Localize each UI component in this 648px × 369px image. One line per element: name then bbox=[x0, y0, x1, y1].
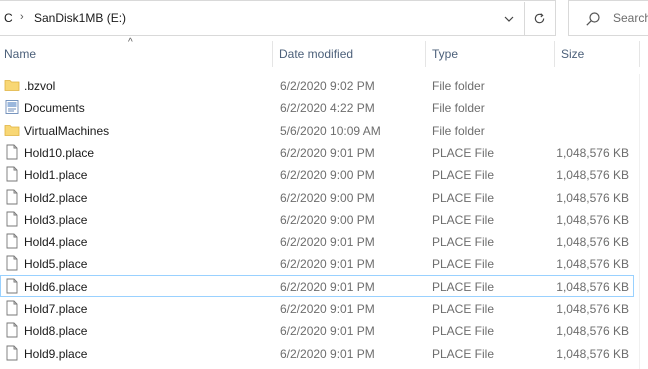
file-type: PLACE File bbox=[432, 346, 495, 361]
address-bar[interactable]: C › SanDisk1MB (E:) bbox=[0, 0, 556, 36]
file-size: 1,048,576 KB bbox=[556, 190, 629, 205]
file-size: 1,048,576 KB bbox=[556, 235, 629, 250]
file-type: PLACE File bbox=[432, 212, 495, 227]
file-row[interactable]: Documents 6/2/2020 4:22 PM File folder bbox=[0, 96, 634, 118]
file-type: File folder bbox=[432, 101, 485, 116]
file-name: Documents bbox=[24, 101, 85, 116]
column-header-type[interactable]: Type bbox=[432, 47, 458, 61]
file-date-modified: 6/2/2020 9:01 PM bbox=[280, 235, 375, 250]
file-type: PLACE File bbox=[432, 302, 495, 316]
documents-folder-icon bbox=[4, 99, 20, 115]
pane-border bbox=[639, 74, 640, 369]
file-date-modified: 6/2/2020 9:01 PM bbox=[280, 257, 375, 272]
file-size: 1,048,576 KB bbox=[556, 168, 629, 183]
path-prefix[interactable]: C bbox=[4, 11, 13, 25]
search-box[interactable]: Search bbox=[568, 0, 648, 36]
file-icon bbox=[4, 300, 20, 316]
refresh-button[interactable] bbox=[524, 2, 554, 35]
column-headers: ^ Name Date modified Type Size bbox=[0, 37, 648, 71]
file-size: 1,048,576 KB bbox=[556, 212, 629, 227]
file-type: PLACE File bbox=[432, 145, 495, 160]
chevron-right-icon: › bbox=[20, 11, 24, 23]
file-name: Hold9.place bbox=[24, 346, 88, 361]
file-date-modified: 6/2/2020 9:01 PM bbox=[280, 279, 375, 294]
file-type: PLACE File bbox=[432, 324, 495, 339]
breadcrumb-drive[interactable]: SanDisk1MB (E:) bbox=[34, 11, 126, 25]
file-row[interactable]: .bzvol 6/2/2020 9:02 PM File folder bbox=[0, 74, 634, 96]
folder-icon bbox=[4, 77, 20, 93]
file-row[interactable]: Hold2.place 6/2/2020 9:00 PM PLACE File 1,0… bbox=[0, 186, 634, 208]
file-name: VirtualMachines bbox=[24, 123, 110, 138]
file-icon bbox=[4, 189, 20, 205]
column-divider[interactable] bbox=[272, 41, 273, 67]
file-icon bbox=[4, 345, 20, 361]
file-icon bbox=[4, 278, 20, 294]
file-name: Hold2.place bbox=[24, 190, 88, 205]
file-name: Hold1.place bbox=[24, 168, 88, 183]
file-type: File folder bbox=[432, 123, 485, 138]
file-name: Hold4.place bbox=[24, 235, 88, 250]
file-date-modified: 6/2/2020 9:01 PM bbox=[280, 302, 375, 316]
file-icon bbox=[4, 255, 20, 271]
file-name: .bzvol bbox=[24, 79, 56, 93]
file-icon bbox=[4, 233, 20, 249]
refresh-icon bbox=[534, 13, 545, 24]
address-dropdown-button[interactable] bbox=[496, 2, 522, 35]
file-row[interactable]: Hold5.place 6/2/2020 9:01 PM PLACE File 1,0… bbox=[0, 252, 634, 274]
file-date-modified: 6/2/2020 9:00 PM bbox=[280, 212, 375, 227]
file-type: PLACE File bbox=[432, 235, 495, 250]
file-name: Hold7.place bbox=[24, 302, 88, 316]
file-date-modified: 6/2/2020 9:00 PM bbox=[280, 168, 375, 183]
file-icon bbox=[4, 211, 20, 227]
folder-icon bbox=[4, 122, 20, 138]
search-input[interactable]: Search bbox=[613, 11, 648, 25]
file-size: 1,048,576 KB bbox=[556, 145, 629, 160]
file-name: Hold8.place bbox=[24, 324, 88, 339]
file-date-modified: 6/2/2020 9:01 PM bbox=[280, 145, 375, 160]
file-type: File folder bbox=[432, 79, 485, 93]
file-size: 1,048,576 KB bbox=[556, 346, 629, 361]
column-divider[interactable] bbox=[554, 41, 555, 67]
file-name: Hold6.place bbox=[24, 279, 88, 294]
sort-ascending-icon: ^ bbox=[128, 37, 133, 48]
file-date-modified: 5/6/2020 10:09 AM bbox=[280, 123, 381, 138]
file-size: 1,048,576 KB bbox=[556, 257, 629, 272]
file-row[interactable]: Hold3.place 6/2/2020 9:00 PM PLACE File 1,0… bbox=[0, 208, 634, 230]
file-date-modified: 6/2/2020 4:22 PM bbox=[280, 101, 375, 116]
column-divider[interactable] bbox=[639, 41, 640, 67]
file-date-modified: 6/2/2020 9:01 PM bbox=[280, 324, 375, 339]
file-row[interactable]: Hold1.place 6/2/2020 9:00 PM PLACE File 1,0… bbox=[0, 163, 634, 185]
file-icon bbox=[4, 166, 20, 182]
file-row[interactable]: Hold6.place 6/2/2020 9:01 PM PLACE File 1,0… bbox=[0, 274, 634, 297]
file-row[interactable]: Hold9.place 6/2/2020 9:01 PM PLACE File 1,0… bbox=[0, 342, 634, 364]
file-date-modified: 6/2/2020 9:00 PM bbox=[280, 190, 375, 205]
file-row[interactable]: Hold7.place 6/2/2020 9:01 PM PLACE File 1,0… bbox=[0, 297, 634, 319]
file-type: PLACE File bbox=[432, 257, 495, 272]
file-type: PLACE File bbox=[432, 168, 495, 183]
file-row[interactable]: Hold10.place 6/2/2020 9:01 PM PLACE File 1,… bbox=[0, 141, 634, 163]
search-icon bbox=[586, 12, 600, 26]
file-date-modified: 6/2/2020 9:01 PM bbox=[280, 346, 375, 361]
file-size: 1,048,576 KB bbox=[556, 324, 629, 339]
file-date-modified: 6/2/2020 9:02 PM bbox=[280, 79, 375, 93]
column-header-date[interactable]: Date modified bbox=[279, 47, 353, 61]
file-row[interactable]: VirtualMachines 5/6/2020 10:09 AM File fol… bbox=[0, 119, 634, 141]
file-type: PLACE File bbox=[432, 190, 495, 205]
file-size: 1,048,576 KB bbox=[556, 302, 629, 316]
column-divider[interactable] bbox=[425, 41, 426, 67]
file-icon bbox=[4, 322, 20, 338]
file-name: Hold3.place bbox=[24, 212, 88, 227]
chevron-down-icon bbox=[504, 16, 514, 22]
file-icon bbox=[4, 144, 20, 160]
file-type: PLACE File bbox=[432, 279, 495, 294]
file-size: 1,048,576 KB bbox=[556, 279, 629, 294]
file-row[interactable]: Hold8.place 6/2/2020 9:01 PM PLACE File 1,0… bbox=[0, 319, 634, 341]
column-header-name[interactable]: Name bbox=[4, 47, 36, 61]
file-name: Hold10.place bbox=[24, 145, 95, 160]
file-name: Hold5.place bbox=[24, 257, 88, 272]
column-header-size[interactable]: Size bbox=[561, 47, 584, 61]
file-row[interactable]: Hold4.place 6/2/2020 9:01 PM PLACE File 1,0… bbox=[0, 230, 634, 252]
